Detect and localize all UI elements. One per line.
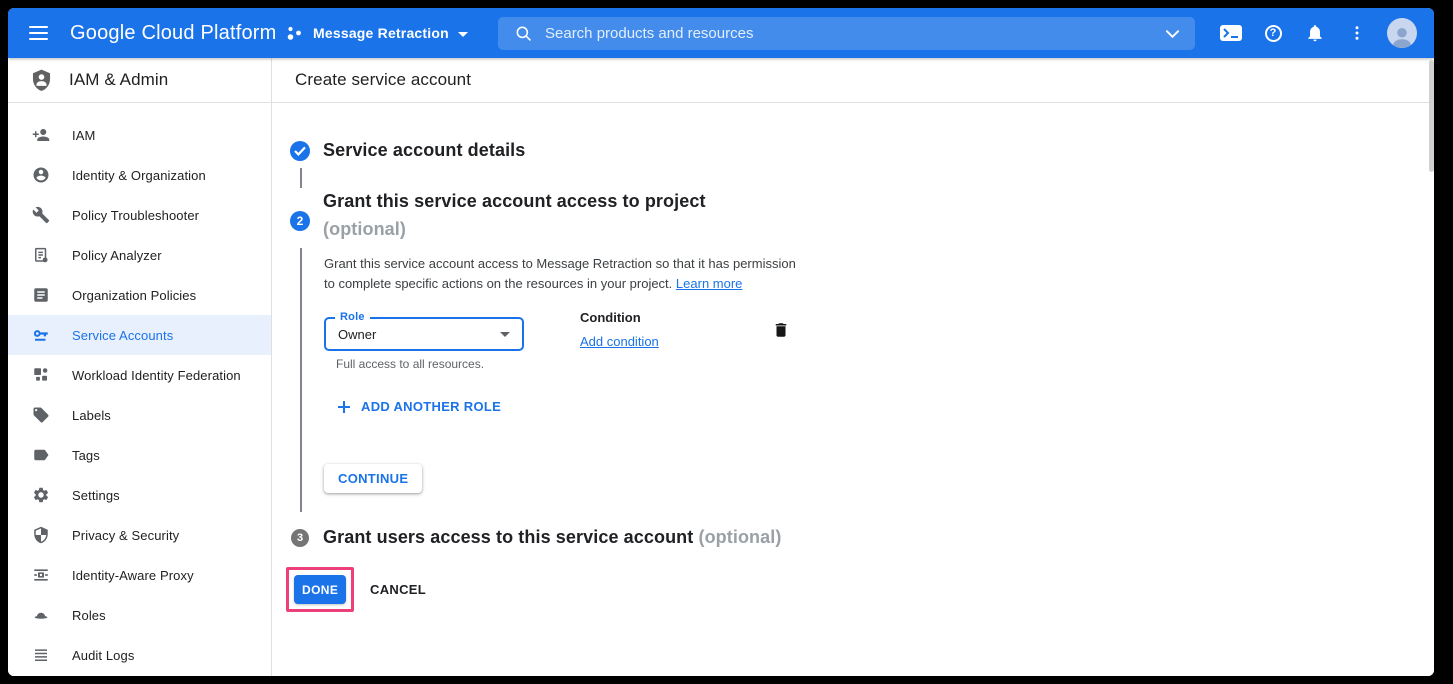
sidebar: IAM & Admin IAM Identity & Organization <box>8 58 272 676</box>
step1-title: Service account details <box>323 140 525 161</box>
condition-label: Condition <box>580 310 641 325</box>
wrench-icon <box>32 206 50 224</box>
step2-optional-label: (optional) <box>323 215 706 243</box>
sidebar-item-label: Organization Policies <box>72 288 196 303</box>
add-condition-link[interactable]: Add condition <box>580 334 659 349</box>
sidebar-item-identity-organization[interactable]: Identity & Organization <box>8 155 271 195</box>
sidebar-item-label: Identity & Organization <box>72 168 206 183</box>
sidebar-item-settings[interactable]: Settings <box>8 475 271 515</box>
app-header: Google Cloud Platform Message Retraction <box>8 8 1434 58</box>
sidebar-item-label: Tags <box>72 448 100 463</box>
sidebar-item-policy-analyzer[interactable]: Policy Analyzer <box>8 235 271 275</box>
appbar-actions: ? <box>1219 8 1417 58</box>
role-helper-text: Full access to all resources. <box>336 357 484 371</box>
step3-optional-label: (optional) <box>698 527 781 547</box>
person-add-icon <box>32 126 50 144</box>
sidebar-item-label: Labels <box>72 408 111 423</box>
tag-icon <box>32 446 50 464</box>
sidebar-item-label: Settings <box>72 488 120 503</box>
account-circle-icon <box>32 166 50 184</box>
add-another-role-label: ADD ANOTHER ROLE <box>361 399 501 414</box>
menu-icon[interactable] <box>29 26 48 40</box>
step2-heading: Grant this service account access to pro… <box>323 187 706 243</box>
project-selector[interactable]: Message Retraction <box>285 8 468 58</box>
step1-complete-check-icon <box>290 141 310 161</box>
learn-more-link[interactable]: Learn more <box>676 276 742 291</box>
help-icon[interactable]: ? <box>1261 21 1285 45</box>
role-field-label: Role <box>335 311 370 323</box>
step-connector <box>300 248 302 512</box>
sidebar-item-roles[interactable]: Roles <box>8 595 271 635</box>
sidebar-title: IAM & Admin <box>69 70 168 90</box>
proxy-icon <box>32 566 50 584</box>
sidebar-item-label: Privacy & Security <box>72 528 179 543</box>
audit-logs-icon <box>32 646 50 664</box>
sidebar-item-labels[interactable]: Labels <box>8 395 271 435</box>
search-input[interactable] <box>545 25 1165 42</box>
role-selected-value: Owner <box>338 327 376 342</box>
sidebar-item-label: Policy Troubleshooter <box>72 208 199 223</box>
sidebar-item-policy-troubleshooter[interactable]: Policy Troubleshooter <box>8 195 271 235</box>
done-button[interactable]: DONE <box>294 575 346 604</box>
project-name: Message Retraction <box>313 25 449 41</box>
add-another-role-button[interactable]: ADD ANOTHER ROLE <box>337 399 501 414</box>
step2-title: Grant this service account access to pro… <box>323 187 706 215</box>
avatar[interactable] <box>1387 18 1417 48</box>
sidebar-item-label: Service Accounts <box>72 328 173 343</box>
project-selector-icon <box>285 24 304 43</box>
page-title: Create service account <box>295 70 471 90</box>
browser-viewport: Google Cloud Platform Message Retraction <box>8 8 1434 676</box>
main-panel: Create service account Service account d… <box>272 58 1434 676</box>
role-select[interactable]: Role Owner <box>324 317 524 351</box>
plus-icon <box>337 400 351 414</box>
iam-shield-icon <box>29 68 54 93</box>
brand-title: Google Cloud Platform <box>70 8 277 58</box>
sidebar-item-label: IAM <box>72 128 95 143</box>
policy-analyzer-icon <box>32 246 50 264</box>
sidebar-item-iam[interactable]: IAM <box>8 115 271 155</box>
step2-number-badge: 2 <box>290 211 310 231</box>
chevron-down-icon <box>458 32 468 37</box>
dropdown-caret-icon <box>500 332 510 337</box>
cancel-button[interactable]: CANCEL <box>370 567 426 612</box>
sidebar-item-label: Policy Analyzer <box>72 248 162 263</box>
roles-hat-icon <box>32 606 50 624</box>
notifications-icon[interactable] <box>1303 21 1327 45</box>
more-vert-icon[interactable] <box>1345 21 1369 45</box>
search-icon <box>515 25 532 42</box>
delete-role-icon[interactable] <box>772 320 790 340</box>
search-expand-chevron-icon[interactable] <box>1165 29 1180 39</box>
workload-identity-icon <box>32 366 50 384</box>
sidebar-item-identity-aware-proxy[interactable]: Identity-Aware Proxy <box>8 555 271 595</box>
step-connector <box>300 168 302 188</box>
main-header: Create service account <box>272 58 1434 103</box>
step3-title: Grant users access to this service accou… <box>323 527 693 547</box>
search-bar <box>498 17 1195 50</box>
cloud-shell-icon[interactable] <box>1219 21 1243 45</box>
sidebar-item-label: Workload Identity Federation <box>72 368 241 383</box>
shield-icon <box>32 526 50 544</box>
article-icon <box>32 286 50 304</box>
label-icon <box>32 406 50 424</box>
sidebar-item-tags[interactable]: Tags <box>8 435 271 475</box>
sidebar-item-audit-logs[interactable]: Audit Logs <box>8 635 271 675</box>
service-account-key-icon <box>32 326 50 344</box>
sidebar-header: IAM & Admin <box>8 58 271 103</box>
sidebar-nav: IAM Identity & Organization Policy Troub… <box>8 103 271 675</box>
sidebar-item-organization-policies[interactable]: Organization Policies <box>8 275 271 315</box>
step2-description: Grant this service account access to Mes… <box>324 254 796 294</box>
sidebar-item-label: Identity-Aware Proxy <box>72 568 194 583</box>
sidebar-item-label: Roles <box>72 608 106 623</box>
sidebar-item-service-accounts[interactable]: Service Accounts <box>8 315 271 355</box>
continue-button[interactable]: CONTINUE <box>324 464 422 493</box>
sidebar-item-workload-identity-federation[interactable]: Workload Identity Federation <box>8 355 271 395</box>
create-service-account-form: Service account details 2 Grant this ser… <box>272 103 1434 676</box>
step3-heading: Grant users access to this service accou… <box>323 527 781 548</box>
gear-icon <box>32 486 50 504</box>
step3-number-badge: 3 <box>291 529 309 547</box>
sidebar-item-privacy-security[interactable]: Privacy & Security <box>8 515 271 555</box>
sidebar-item-label: Audit Logs <box>72 648 134 663</box>
scrollbar[interactable] <box>1429 60 1434 172</box>
done-button-highlight-annotation: DONE <box>286 567 354 612</box>
